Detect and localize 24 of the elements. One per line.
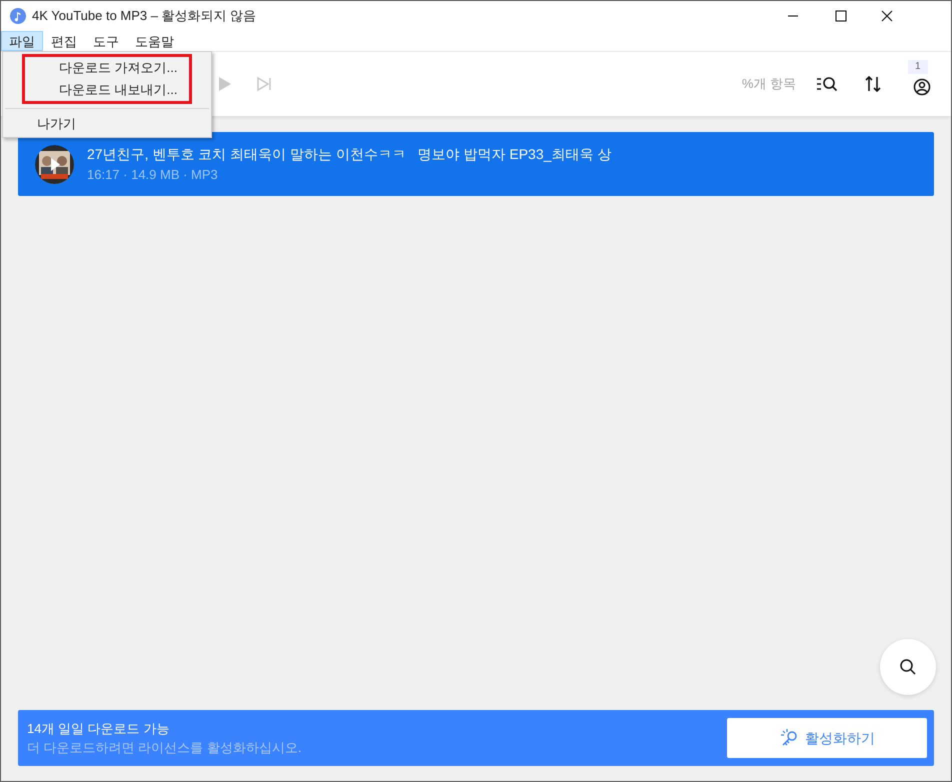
download-item[interactable]: 27년친구, 벤투호 코치 최태욱이 말하는 이천수ㅋㅋ 명보야 밥먹자 EP33_최태욱 상 16:17 · 14.9 MB · MP3 (18, 132, 934, 196)
menu-entry[interactable]: 다운로드 내보내기... (22, 79, 192, 104)
items-count: %개 항목 (742, 75, 796, 94)
menu-item[interactable]: 도구 (85, 31, 127, 51)
account-icon[interactable] (913, 78, 931, 96)
close-icon[interactable] (881, 10, 893, 22)
download-title: 27년친구, 벤투호 코치 최태욱이 말하는 이천수ㅋㅋ 명보야 밥먹자 EP33_최태욱 상 (87, 144, 612, 164)
search-icon (899, 658, 917, 676)
search-button[interactable] (880, 639, 936, 695)
list-search-icon[interactable] (816, 75, 838, 93)
app-logo-icon (10, 8, 26, 24)
window-title: 4K YouTube to MP3 – 활성화되지 않음 (32, 7, 256, 26)
download-meta: 16:17 · 14.9 MB · MP3 (87, 166, 219, 184)
activate-button[interactable]: 활성화하기 (727, 718, 927, 758)
menu-entry[interactable]: 다운로드 가져오기... (22, 54, 192, 79)
maximize-icon[interactable] (835, 10, 847, 22)
menu-entry[interactable]: 나가기 (3, 113, 211, 135)
sort-icon[interactable] (864, 75, 882, 93)
banner-title: 14개 일일 다운로드 가능 (27, 720, 170, 738)
banner-subtitle: 더 다운로드하려면 라이선스를 활성화하십시오. (27, 739, 302, 757)
menu-item[interactable]: 파일 (1, 31, 43, 51)
menu-item[interactable]: 도움말 (127, 31, 182, 51)
menu-item[interactable]: 편집 (43, 31, 85, 51)
count-badge: 1 (908, 60, 928, 74)
